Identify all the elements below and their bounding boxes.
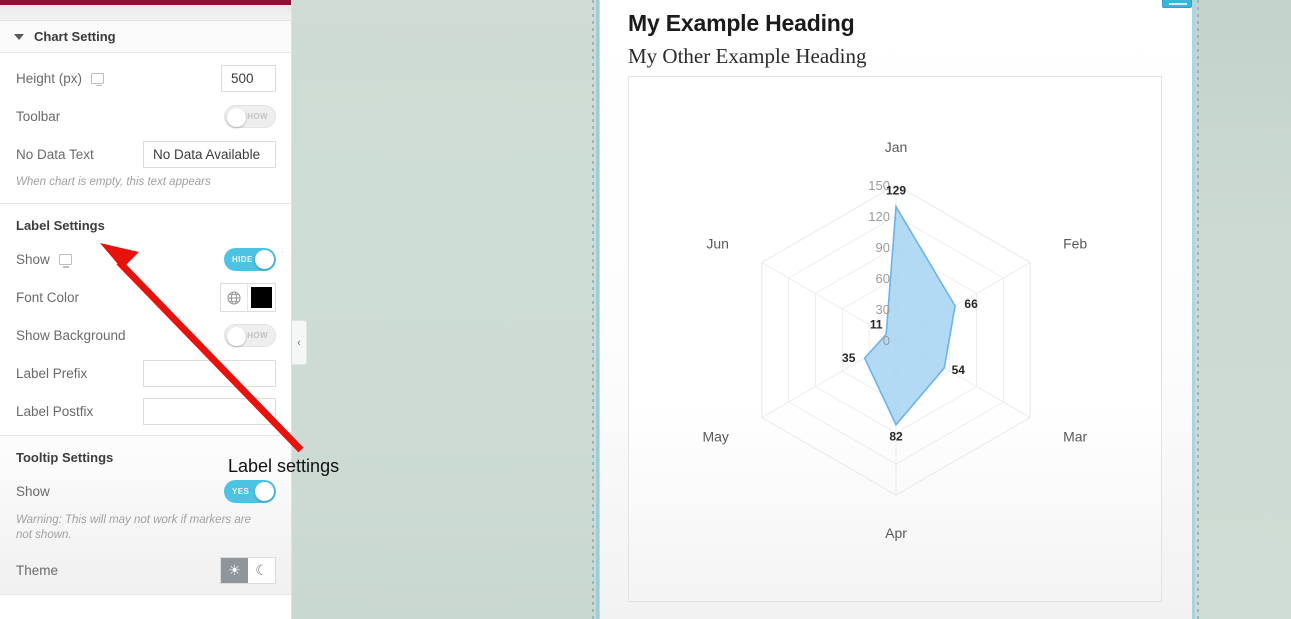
monitor-icon[interactable] — [58, 254, 72, 268]
no-data-text-hint: When chart is empty, this text appears — [16, 176, 211, 188]
canvas-background-right — [1195, 0, 1291, 619]
row-theme: Theme ☀ ☾ — [0, 552, 291, 590]
row-toolbar: Toolbar SHOW — [0, 97, 291, 135]
height-input[interactable]: 500 — [221, 64, 276, 92]
row-label-prefix: Label Prefix — [0, 355, 291, 393]
row-no-data-text: No Data Text No Data Available — [0, 135, 291, 173]
panel-collapse-handle[interactable]: ‹ — [292, 320, 307, 365]
tooltip-show-label: Show — [16, 484, 50, 500]
category-label-jan: Jan — [885, 139, 908, 155]
data-label-jun: 11 — [870, 317, 883, 331]
radial-tick-0: 0 — [883, 333, 890, 348]
radial-tick-30: 30 — [876, 302, 890, 317]
label-show-label: Show — [16, 252, 50, 268]
font-color-label: Font Color — [16, 290, 80, 306]
page-heading-sub: My Other Example Heading — [628, 44, 867, 68]
label-postfix-input[interactable] — [143, 398, 276, 426]
row-label-show: Show HIDE — [0, 241, 291, 279]
theme-segmented-control[interactable]: ☀ ☾ — [220, 557, 276, 585]
layout-guide-right — [1197, 0, 1199, 619]
section-handle-tab[interactable] — [1162, 0, 1192, 8]
layout-guide-left — [592, 0, 594, 619]
label-postfix-label: Label Postfix — [16, 404, 94, 420]
chart-frame[interactable]: 0 30 60 90 120 150 Jan Feb Mar Apr May Jun 129 66 54… — [628, 76, 1162, 602]
toolbar-label: Toolbar — [16, 108, 61, 124]
radial-tick-90: 90 — [876, 240, 890, 255]
theme-label: Theme — [16, 563, 59, 579]
radial-tick-60: 60 — [876, 271, 890, 286]
row-font-color: Font Color — [0, 279, 291, 317]
toolbar-toggle-knob — [227, 107, 246, 127]
row-label-postfix: Label Postfix — [0, 393, 291, 431]
caret-down-icon — [14, 33, 24, 40]
data-label-jan: 129 — [886, 184, 906, 198]
radar-chart[interactable]: 0 30 60 90 120 150 Jan Feb Mar Apr May Jun 129 66 54… — [629, 77, 1163, 603]
group-chart-setting: Height (px) 500 Toolbar SHOW No Data Tex… — [0, 53, 291, 204]
radial-tick-120: 120 — [868, 209, 890, 224]
row-tooltip-show: Show YES — [0, 473, 291, 511]
category-label-mar: Mar — [1063, 429, 1087, 445]
label-settings-title: Label Settings — [16, 217, 105, 233]
group-label-settings: Label Settings Show HIDE Font Color Show… — [0, 203, 291, 436]
section-title: Chart Setting — [34, 29, 116, 44]
data-label-mar: 54 — [952, 363, 966, 377]
category-label-feb: Feb — [1063, 236, 1087, 252]
category-label-apr: Apr — [885, 525, 907, 541]
show-background-label: Show Background — [16, 328, 126, 344]
no-data-text-label: No Data Text — [16, 146, 94, 162]
layout-guide-right-solid — [1192, 0, 1195, 619]
monitor-icon[interactable] — [91, 72, 105, 87]
show-background-toggle[interactable]: SHOW — [224, 324, 276, 348]
page-heading-main: My Example Heading — [628, 10, 855, 36]
category-label-jun: Jun — [706, 236, 729, 252]
label-show-toggle-label: HIDE — [232, 255, 253, 265]
no-data-text-input[interactable]: No Data Available — [143, 140, 276, 168]
tooltip-show-toggle-label: YES — [232, 487, 250, 497]
data-label-apr: 82 — [889, 430, 903, 444]
tooltip-warning-hint: Warning: This will may not work if marke… — [16, 513, 251, 542]
label-show-label-wrap: Show — [16, 252, 224, 268]
tooltip-show-toggle-knob — [255, 482, 274, 502]
data-label-feb: 66 — [964, 297, 978, 311]
label-show-toggle-knob — [255, 250, 274, 270]
annotation-label: Label settings — [228, 456, 340, 476]
settings-panel: Chart Setting Height (px) 500 Toolbar SH… — [0, 0, 292, 619]
toolbar-toggle[interactable]: SHOW — [224, 104, 276, 128]
label-show-toggle[interactable]: HIDE — [224, 248, 276, 272]
data-label-may: 35 — [842, 351, 856, 365]
section-header-chart-setting[interactable]: Chart Setting — [0, 21, 291, 53]
font-color-control[interactable] — [220, 283, 276, 313]
label-prefix-label: Label Prefix — [16, 366, 88, 382]
row-height: Height (px) 500 — [0, 59, 291, 97]
label-prefix-input[interactable] — [143, 360, 276, 388]
preview-content-column: My Example Heading My Other Example Head… — [600, 0, 1195, 619]
moon-icon[interactable]: ☾ — [248, 558, 275, 583]
height-label: Height (px) — [16, 70, 83, 86]
tooltip-show-toggle[interactable]: YES — [224, 480, 276, 504]
globe-icon[interactable] — [221, 284, 248, 312]
screen-root: My Example Heading My Other Example Head… — [0, 0, 1291, 619]
font-color-swatch[interactable] — [248, 284, 275, 311]
height-label-wrap: Height (px) — [16, 70, 221, 87]
row-show-background: Show Background SHOW — [0, 317, 291, 355]
radar-chart-svg[interactable]: 0306090120150 JanFebMarAprMayJun 1296654… — [629, 77, 1163, 603]
show-background-toggle-knob — [227, 327, 246, 347]
layout-guide-left-solid — [596, 0, 599, 619]
sun-icon[interactable]: ☀ — [221, 558, 248, 584]
category-label-may: May — [702, 429, 728, 445]
panel-sub-bar — [0, 5, 291, 21]
